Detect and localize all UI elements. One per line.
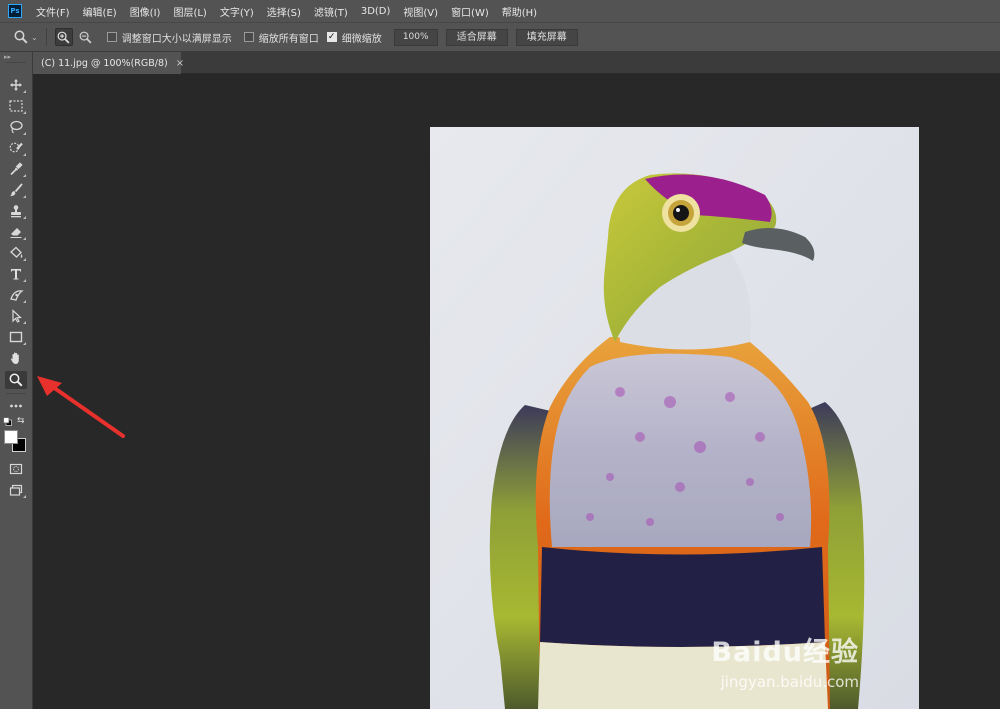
divider (45, 28, 47, 46)
fill-screen-button[interactable]: 填充屏幕 (515, 28, 578, 46)
document-canvas[interactable]: Baidu经验 jingyan.baidu.com (33, 74, 1000, 709)
collapse-icon[interactable]: ▸▸ (4, 53, 11, 61)
move-icon (10, 79, 22, 91)
zoom-in-button[interactable] (54, 28, 73, 46)
photoshop-logo: Ps (8, 4, 22, 18)
quick-selection-tool[interactable] (5, 139, 27, 157)
lasso-icon (10, 120, 23, 134)
quick-selection-icon (9, 142, 23, 153)
foreground-color-swatch[interactable] (4, 430, 18, 444)
resize-windows-label: 调整窗口大小以满屏显示 (121, 33, 232, 45)
chevron-down-icon: ⌄ (31, 32, 38, 42)
stamp-icon (11, 205, 21, 218)
scrubby-zoom-option[interactable]: ✓ 细微缩放 (326, 30, 382, 45)
options-bar: ⌄ 调整窗口大小以满屏显示 缩放所有窗口 ✓ 细微缩放 100% 适合屏幕 填充… (0, 22, 1000, 52)
default-colors-icon[interactable] (3, 417, 12, 426)
zoom-out-icon (79, 31, 92, 43)
zoom-all-windows-checkbox[interactable] (243, 32, 254, 42)
document-tab[interactable]: (C) 11.jpg @ 100%(RGB/8) × (33, 52, 184, 74)
quick-mask-button[interactable] (5, 460, 27, 478)
tool-preset-picker[interactable]: ⌄ (14, 30, 38, 44)
more-dots-icon (10, 404, 22, 408)
menu-bar: Ps 文件(F) 编辑(E) 图像(I) 图层(L) 文字(Y) 选择(S) 滤… (0, 0, 1000, 22)
toolbox: ▸▸ ⇆ (0, 52, 33, 709)
type-tool[interactable] (5, 265, 27, 283)
zoom-all-windows-label: 缩放所有窗口 (258, 33, 319, 45)
paint-bucket-icon (9, 246, 22, 258)
hand-icon (10, 352, 19, 364)
pigeon-photo (430, 127, 919, 709)
pen-tool[interactable] (5, 286, 27, 304)
pen-icon (9, 290, 24, 301)
zoom-tool[interactable] (5, 371, 27, 389)
watermark-brand: Baidu经验 (711, 637, 859, 668)
menu-type[interactable]: 文字(Y) (220, 4, 254, 19)
move-tool[interactable] (5, 76, 27, 94)
quick-mask-icon (9, 463, 23, 475)
divider (6, 62, 26, 63)
screen-mode-icon (9, 484, 23, 496)
rectangle-tool[interactable] (5, 328, 27, 346)
photoshop-window: Ps 文件(F) 编辑(E) 图像(I) 图层(L) 文字(Y) 选择(S) 滤… (0, 0, 1000, 709)
menu-file[interactable]: 文件(F) (36, 4, 70, 19)
fit-screen-button[interactable]: 适合屏幕 (445, 28, 508, 46)
path-selection-tool[interactable] (5, 307, 27, 325)
eyedropper-icon (10, 162, 23, 176)
swap-colors-icon[interactable]: ⇆ (17, 416, 27, 426)
brush-icon (10, 183, 23, 197)
divider (6, 393, 26, 394)
rectangle-marquee-icon (9, 100, 23, 112)
zoom-tool-icon (9, 373, 23, 387)
menu-window[interactable]: 窗口(W) (451, 4, 489, 19)
cursor-arrow-icon (12, 309, 22, 323)
photo-image: Baidu经验 jingyan.baidu.com (430, 127, 919, 709)
eyedropper-tool[interactable] (5, 160, 27, 178)
rectangle-icon (9, 331, 23, 343)
eraser-icon (10, 228, 22, 238)
eraser-tool[interactable] (5, 223, 27, 241)
baidu-watermark: Baidu经验 jingyan.baidu.com (711, 630, 859, 691)
menu-image[interactable]: 图像(I) (130, 4, 161, 19)
annotation-arrow (37, 376, 125, 438)
resize-windows-checkbox[interactable] (106, 32, 117, 42)
menu-select[interactable]: 选择(S) (267, 4, 301, 19)
zoom-in-icon (57, 31, 70, 43)
paint-bucket-tool[interactable] (5, 244, 27, 262)
menu-filter[interactable]: 滤镜(T) (314, 4, 348, 19)
menu-edit[interactable]: 编辑(E) (83, 4, 117, 19)
zoom-all-windows-option[interactable]: 缩放所有窗口 (243, 30, 319, 45)
lasso-tool[interactable] (5, 118, 27, 136)
zoom-out-button[interactable] (77, 28, 95, 46)
zoom-percentage-field[interactable]: 100% (393, 28, 438, 46)
menu-view[interactable]: 视图(V) (403, 4, 438, 19)
document-tab-title: (C) 11.jpg @ 100%(RGB/8) (41, 57, 168, 69)
menu-layer[interactable]: 图层(L) (173, 4, 206, 19)
resize-windows-option[interactable]: 调整窗口大小以满屏显示 (106, 30, 232, 45)
edit-toolbar-button[interactable] (5, 397, 27, 415)
marquee-tool[interactable] (5, 97, 27, 115)
clone-stamp-tool[interactable] (5, 202, 27, 220)
close-icon[interactable]: × (176, 58, 184, 69)
hand-tool[interactable] (5, 349, 27, 367)
zoom-icon (14, 30, 28, 44)
menu-help[interactable]: 帮助(H) (502, 4, 537, 19)
scrubby-zoom-label: 细微缩放 (341, 33, 382, 45)
document-tab-bar: (C) 11.jpg @ 100%(RGB/8) × (33, 52, 1000, 74)
scrubby-zoom-checkbox[interactable]: ✓ (326, 32, 337, 42)
screen-mode-button[interactable] (5, 481, 27, 499)
watermark-url: jingyan.baidu.com (720, 673, 859, 691)
type-icon (11, 269, 21, 280)
brush-tool[interactable] (5, 181, 27, 199)
menu-3d[interactable]: 3D(D) (361, 6, 391, 17)
